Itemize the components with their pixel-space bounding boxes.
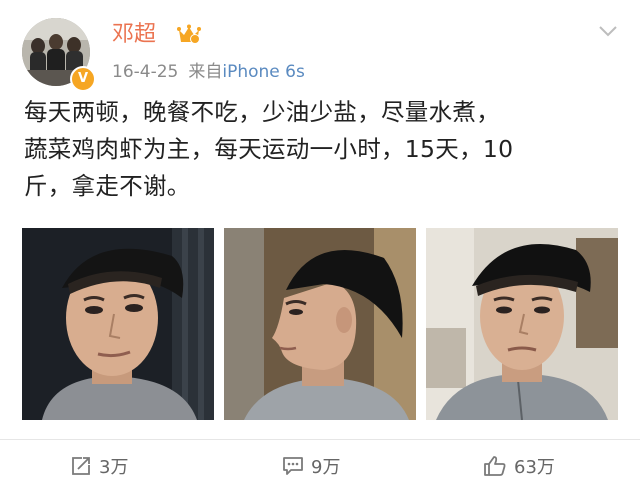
source-device[interactable]: iPhone 6s [222, 62, 304, 82]
post-photo-3[interactable] [426, 228, 618, 420]
username[interactable]: 邓超 [112, 20, 156, 50]
chevron-down-icon[interactable] [598, 24, 618, 38]
footer-divider [0, 439, 640, 440]
post-text-line: 蔬菜鸡肉虾为主，每天运动一小时，15天，10 [24, 135, 514, 163]
weibo-post: V 邓超 16-4-25 来自iPhone 6s 每天两顿，晚餐不吃，少油少盐，尽… [0, 0, 640, 488]
post-photo-2[interactable] [224, 228, 416, 420]
selfie-photo-1 [22, 228, 214, 420]
post-meta: 16-4-25 来自iPhone 6s [112, 60, 305, 84]
post-text-line: 每天两顿，晚餐不吃，少油少盐，尽量水煮， [24, 98, 500, 126]
comment-count: 9万 [311, 457, 341, 478]
post-text: 每天两顿，晚餐不吃，少油少盐，尽量水煮， 蔬菜鸡肉虾为主，每天运动一小时，15天… [24, 94, 624, 205]
like-button[interactable]: 63万 [483, 452, 555, 480]
selfie-photo-2 [224, 228, 416, 420]
comment-button[interactable]: 9万 [282, 452, 340, 480]
post-photo-1[interactable] [22, 228, 214, 420]
thumbs-up-icon [484, 456, 506, 476]
comment-icon [283, 457, 303, 475]
post-date: 16-4-25 [112, 62, 179, 82]
selfie-photo-3 [426, 228, 618, 420]
share-icon [72, 457, 90, 475]
verified-badge-icon: V [70, 66, 96, 92]
post-text-line: 斤，拿走不谢。 [24, 172, 191, 200]
repost-count: 3万 [99, 457, 129, 478]
crown-badge-icon[interactable] [176, 24, 202, 46]
like-count: 63万 [514, 457, 555, 478]
repost-button[interactable]: 3万 [70, 452, 128, 480]
source-prefix: 来自 [188, 62, 223, 82]
